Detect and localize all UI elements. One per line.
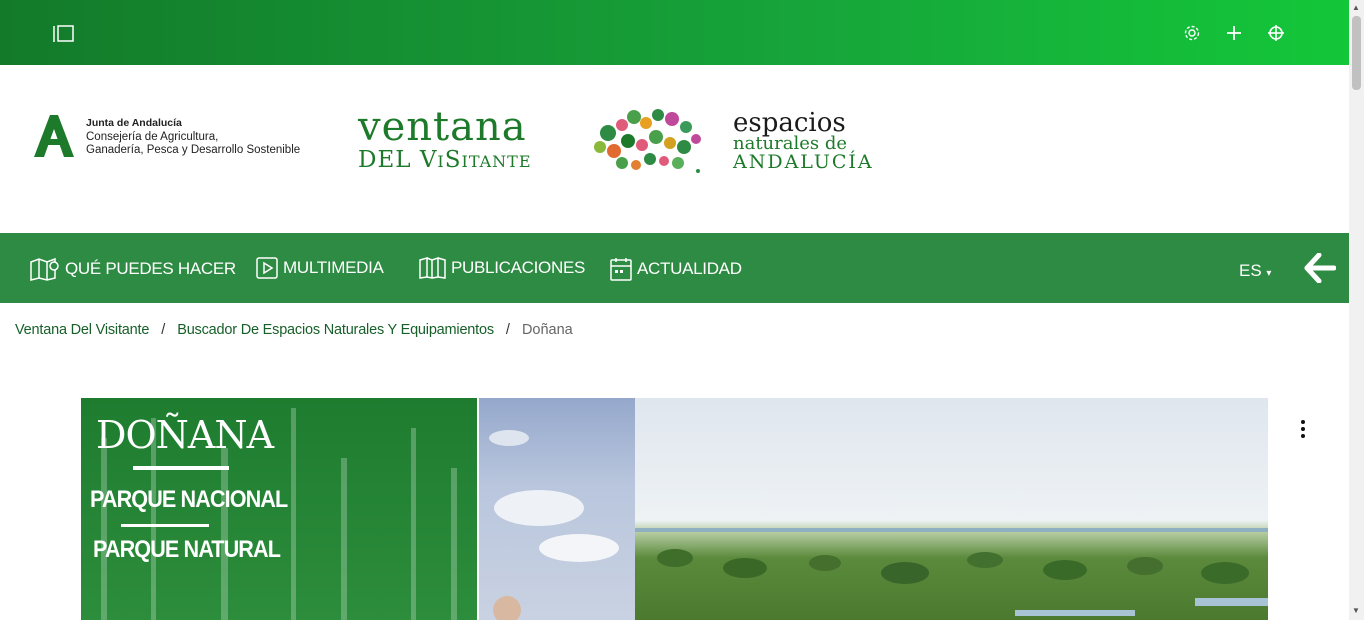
nature-mosaic-logo-icon xyxy=(588,103,710,177)
ventana-logo-line1: ventana xyxy=(358,104,527,150)
breadcrumb-link-ventana[interactable]: Ventana Del Visitante xyxy=(15,322,149,338)
crosshair-icon[interactable] xyxy=(1265,21,1287,45)
map-pin-icon xyxy=(30,257,59,281)
nav-label: QUÉ PUEDES HACER xyxy=(65,259,236,278)
sidebar-toggle-icon[interactable] xyxy=(52,23,76,45)
gear-icon[interactable] xyxy=(1181,21,1203,45)
language-value: ES xyxy=(1239,261,1262,280)
book-icon xyxy=(419,257,446,279)
hero-divider xyxy=(121,524,209,527)
espacios-logo-line3: ANDALUCÍA xyxy=(733,151,874,173)
scrollbar-thumb[interactable] xyxy=(1352,16,1361,90)
language-selector[interactable]: ES ▾ xyxy=(1239,261,1271,281)
nav-item-actualidad[interactable]: ACTUALIDAD xyxy=(610,257,742,281)
junta-logo[interactable]: Junta de Andalucía Consejería de Agricul… xyxy=(30,113,300,159)
breadcrumb-separator: / xyxy=(161,322,166,338)
nav-item-publicaciones[interactable]: PUBLICACIONES xyxy=(419,257,585,279)
play-icon xyxy=(256,257,278,279)
breadcrumb: Ventana Del Visitante / Buscador De Espa… xyxy=(15,322,573,338)
breadcrumb-current: Doñana xyxy=(521,322,573,338)
junta-dept-line1: Consejería de Agricultura, xyxy=(86,130,219,143)
nav-label: ACTUALIDAD xyxy=(637,259,742,278)
top-bar xyxy=(0,0,1349,65)
ventana-visitante-logo[interactable]: ventana DEL ViSitante xyxy=(358,107,532,173)
nav-item-que-puedes-hacer[interactable]: QUÉ PUEDES HACER xyxy=(30,257,236,281)
hero-photo-landscape xyxy=(635,398,1268,620)
scroll-up-icon[interactable]: ▲ xyxy=(1352,3,1360,12)
junta-a-logo-icon xyxy=(30,113,78,159)
arrow-left-icon[interactable] xyxy=(1304,252,1337,284)
hero-photo-sky xyxy=(479,398,635,620)
calendar-icon xyxy=(610,258,632,281)
breadcrumb-separator: / xyxy=(505,322,510,338)
scroll-down-icon[interactable]: ▼ xyxy=(1352,606,1360,615)
caret-down-icon: ▾ xyxy=(1266,268,1272,279)
main-nav: QUÉ PUEDES HACER MULTIMEDIA PUBLICACIONE… xyxy=(0,233,1349,303)
nav-label: MULTIMEDIA xyxy=(283,258,384,277)
hero-title-panel: DOÑANA PARQUE NACIONAL PARQUE NATURAL xyxy=(81,398,477,620)
site-header: Junta de Andalucía Consejería de Agricul… xyxy=(0,65,1349,233)
hero-title: DOÑANA xyxy=(96,413,274,457)
page-scrollbar[interactable]: ▲ ▼ xyxy=(1349,0,1364,620)
plus-icon[interactable] xyxy=(1223,21,1245,45)
ventana-logo-line2: DEL ViSitante xyxy=(358,147,532,173)
hero-banner: DOÑANA PARQUE NACIONAL PARQUE NATURAL xyxy=(81,398,1268,620)
more-options-icon[interactable] xyxy=(1295,418,1311,440)
nav-label: PUBLICACIONES xyxy=(451,258,586,277)
hero-divider xyxy=(133,466,229,470)
nav-item-multimedia[interactable]: MULTIMEDIA xyxy=(256,257,384,279)
espacios-logo-line2: naturales de xyxy=(733,133,848,154)
top-toolbar xyxy=(1181,21,1287,45)
junta-dept-line2: Ganadería, Pesca y Desarrollo Sostenible xyxy=(86,144,301,156)
hero-subtitle-parque-natural: PARQUE NATURAL xyxy=(93,536,281,563)
espacios-naturales-logo[interactable]: espacios naturales de ANDALUCÍA xyxy=(733,110,874,172)
junta-org-name: Junta de Andalucía xyxy=(86,117,182,129)
breadcrumb-link-buscador[interactable]: Buscador De Espacios Naturales Y Equipam… xyxy=(177,322,494,338)
hero-subtitle-parque-nacional: PARQUE NACIONAL xyxy=(90,486,288,513)
